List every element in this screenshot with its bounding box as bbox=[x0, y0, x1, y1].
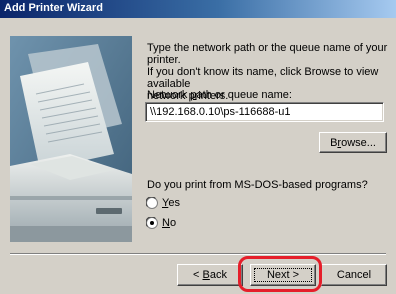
intro-line: If you don't know its name, click Browse… bbox=[147, 66, 379, 90]
network-path-input[interactable] bbox=[148, 105, 380, 119]
browse-button[interactable]: Browse... bbox=[319, 132, 387, 153]
network-path-label: Network path or queue name: bbox=[147, 89, 292, 101]
title-bar[interactable]: Add Printer Wizard bbox=[0, 0, 396, 18]
printer-illustration bbox=[10, 36, 132, 242]
back-button[interactable]: < Back bbox=[177, 264, 243, 286]
window-title: Add Printer Wizard bbox=[4, 2, 103, 14]
intro-line: Type the network path or the queue name … bbox=[147, 42, 388, 66]
printer-icon bbox=[10, 36, 132, 242]
back-button-label: < Back bbox=[193, 269, 227, 281]
radio-yes-label: Yes bbox=[162, 197, 180, 209]
msdos-question: Do you print from MS-DOS-based programs? bbox=[147, 179, 368, 191]
radio-unselected-icon[interactable] bbox=[146, 197, 158, 209]
next-button[interactable]: Next > bbox=[250, 264, 316, 286]
next-button-label: Next > bbox=[266, 269, 300, 281]
footer-separator bbox=[10, 253, 386, 255]
radio-no-label: No bbox=[162, 217, 177, 229]
radio-selected-icon[interactable] bbox=[146, 217, 158, 229]
browse-button-label: Browse... bbox=[330, 136, 376, 149]
network-path-field[interactable] bbox=[145, 102, 384, 122]
cancel-button-label: Cancel bbox=[336, 269, 372, 281]
cancel-button[interactable]: Cancel bbox=[321, 264, 387, 286]
add-printer-wizard-window: Add Printer Wizard Type the network path… bbox=[0, 0, 396, 294]
